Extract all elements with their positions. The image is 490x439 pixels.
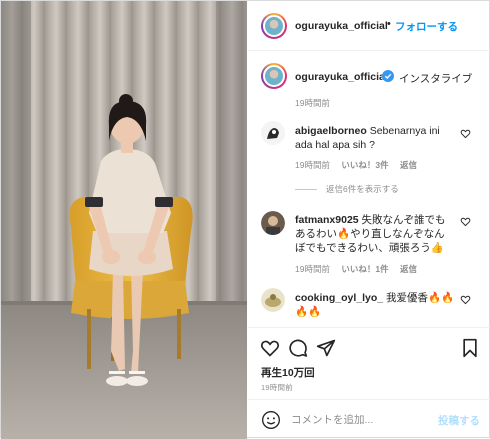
post-timestamp: 19時間前 bbox=[261, 383, 293, 392]
comment-input[interactable] bbox=[291, 412, 431, 428]
comment-username[interactable]: abigaelborneo bbox=[295, 125, 367, 137]
comment-meta: 19時間前 いいね！1件 返信 bbox=[295, 263, 426, 275]
comment-time: 19時間前 bbox=[295, 160, 330, 170]
share-icon[interactable] bbox=[316, 338, 336, 358]
reply-button[interactable]: 返信 bbox=[400, 264, 417, 274]
post-actions: 再生10万回 19時間前 bbox=[248, 327, 490, 407]
post-comment-button[interactable]: 投稿する bbox=[438, 413, 480, 428]
views-count[interactable]: 再生10万回 bbox=[261, 365, 315, 380]
header-username[interactable]: ogurayuka_official bbox=[295, 20, 388, 32]
comment-text: fatmanx9025 失敗なんぞ誰でもあるわい🔥やり直しなんぞなんぼでもできる… bbox=[295, 213, 455, 255]
post-header: ogurayuka_official • フォローする bbox=[248, 1, 490, 51]
reply-button[interactable]: 返信 bbox=[400, 160, 417, 170]
comment-meta: 19時間前 いいね！3件 返信 bbox=[295, 159, 426, 171]
like-comment-heart-icon[interactable] bbox=[460, 216, 471, 227]
comment-time: 19時間前 bbox=[295, 264, 330, 274]
view-replies-button[interactable]: 返信6件を表示する bbox=[295, 183, 399, 195]
avatar[interactable] bbox=[261, 13, 287, 39]
emoji-icon[interactable] bbox=[261, 410, 281, 430]
comment-avatar[interactable] bbox=[261, 211, 285, 235]
comment-likes[interactable]: いいね！3件 bbox=[341, 160, 388, 170]
heart-icon[interactable] bbox=[260, 338, 280, 358]
post-side-panel: ogurayuka_official • フォローする ogurayuka_of… bbox=[248, 1, 490, 439]
comment-text: abigaelborneo Sebenarnya ini ada hal apa… bbox=[295, 124, 455, 152]
comment-avatar[interactable] bbox=[261, 121, 285, 145]
follow-button[interactable]: フォローする bbox=[395, 19, 458, 34]
like-comment-heart-icon[interactable] bbox=[460, 128, 471, 139]
instagram-post: ogurayuka_official • フォローする ogurayuka_of… bbox=[0, 0, 490, 439]
header-separator: • bbox=[387, 18, 391, 30]
view-replies-label: 返信6件を表示する bbox=[326, 184, 399, 194]
comment-text: cooking_oyl_lyo_ 我爱優香🔥🔥🔥🔥 bbox=[295, 291, 455, 319]
video-frame-illustration bbox=[1, 1, 247, 439]
comment-username[interactable]: cooking_oyl_lyo_ bbox=[295, 292, 383, 304]
comment-likes[interactable]: いいね！1件 bbox=[341, 264, 388, 274]
comment-avatar[interactable] bbox=[261, 288, 285, 312]
caption-avatar[interactable] bbox=[261, 63, 287, 89]
post-video[interactable] bbox=[1, 1, 247, 439]
comment-icon[interactable] bbox=[288, 338, 308, 358]
caption-username[interactable]: ogurayuka_official bbox=[295, 71, 388, 83]
comment-username[interactable]: fatmanx9025 bbox=[295, 214, 359, 226]
bookmark-icon[interactable] bbox=[460, 338, 480, 358]
comment-bar: 投稿する bbox=[248, 399, 490, 439]
caption-time: 19時間前 bbox=[295, 98, 330, 108]
like-comment-heart-icon[interactable] bbox=[460, 294, 471, 305]
verified-badge-icon bbox=[382, 70, 394, 82]
caption-text: インスタライブ bbox=[399, 73, 473, 85]
